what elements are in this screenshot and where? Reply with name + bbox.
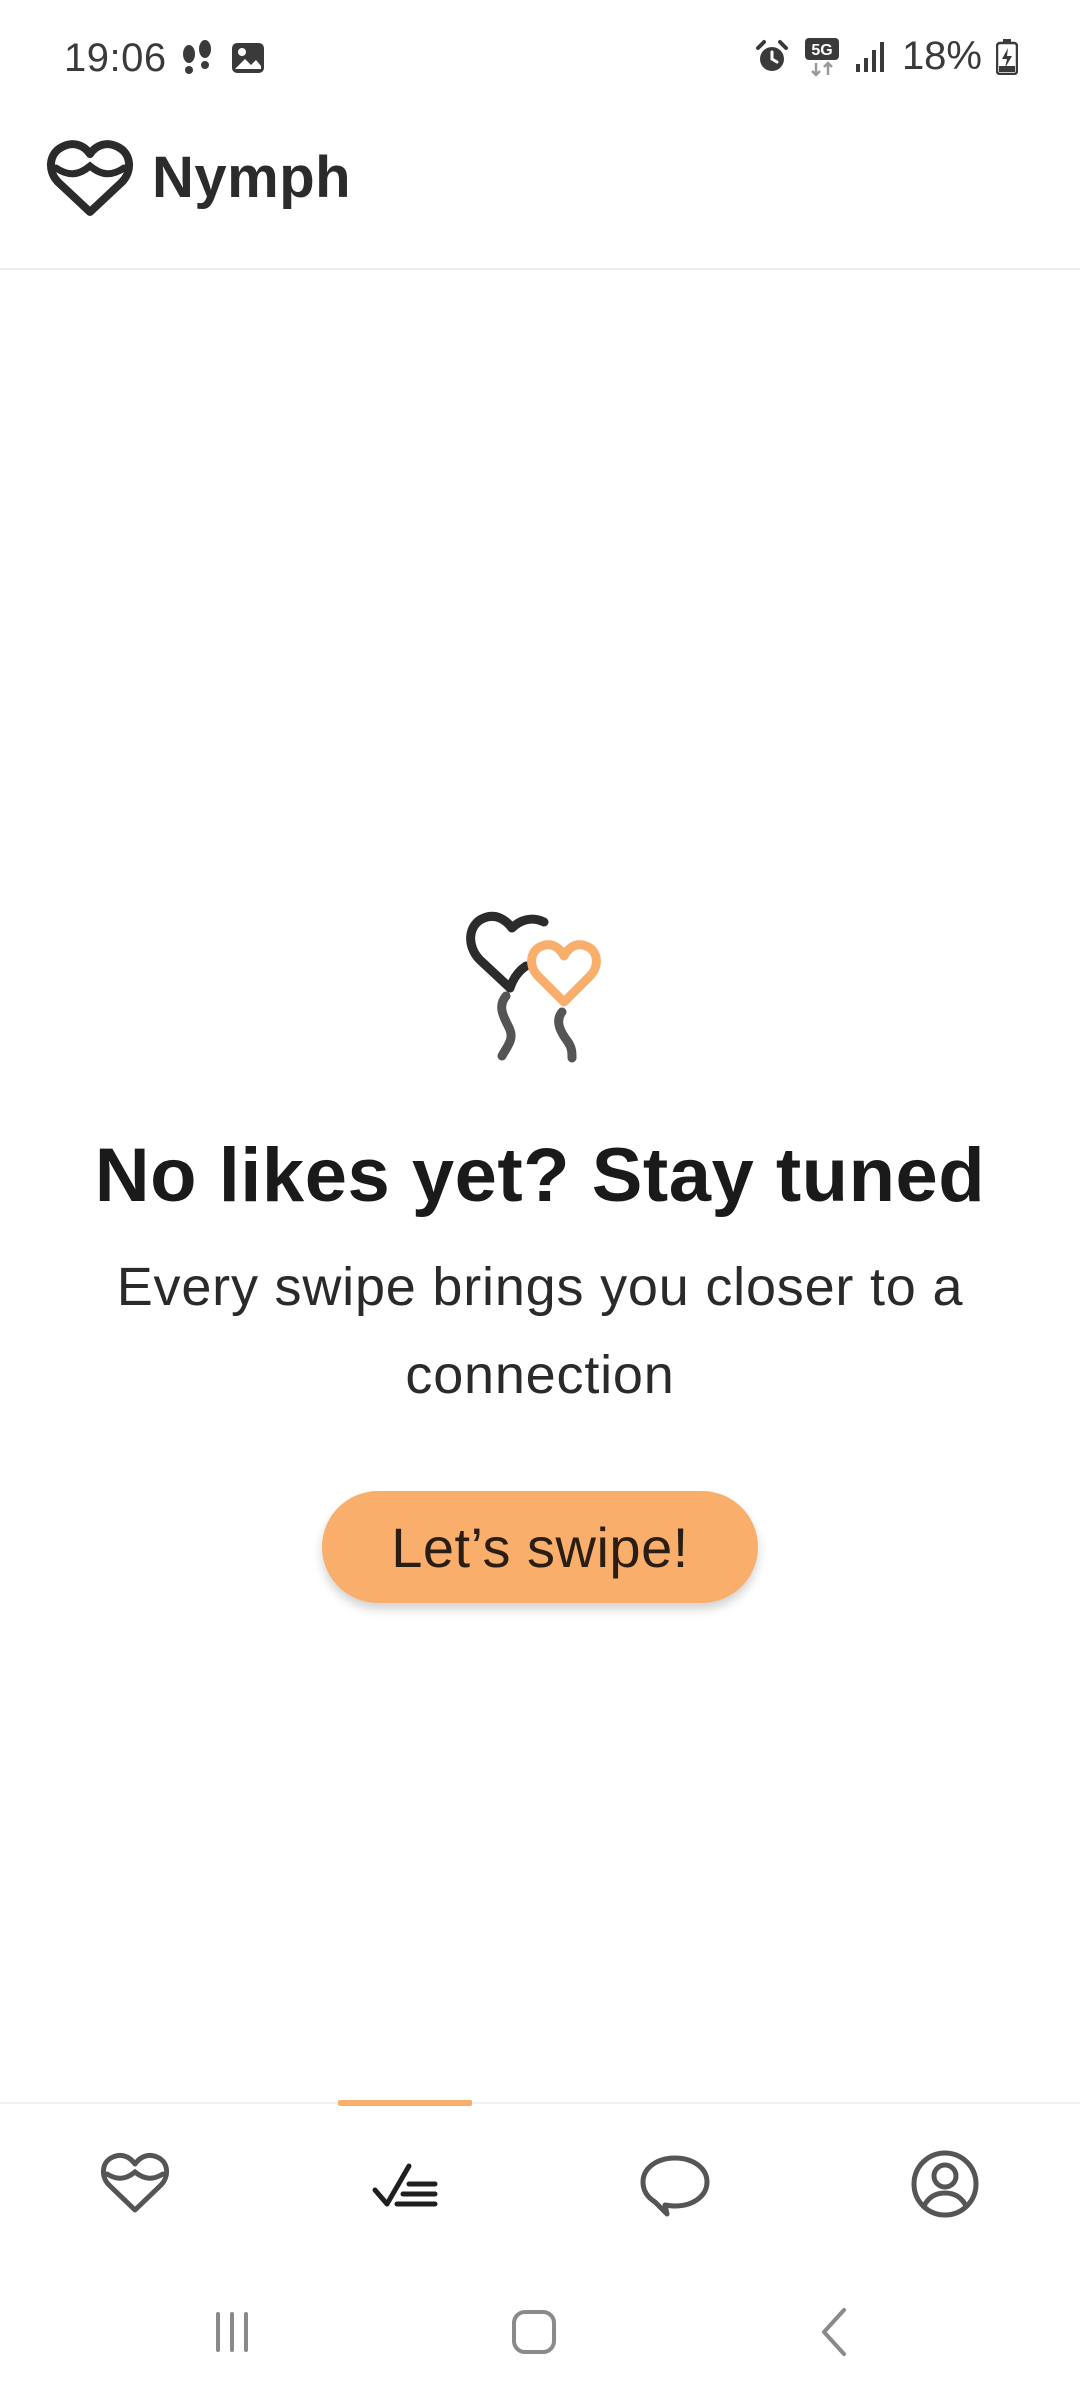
home-button[interactable] — [494, 2292, 574, 2372]
nav-profile[interactable] — [810, 2104, 1080, 2264]
svg-text:5G: 5G — [811, 42, 832, 59]
profile-icon — [911, 2150, 979, 2218]
recents-icon — [216, 2312, 248, 2352]
chat-bubble-icon — [640, 2155, 710, 2217]
status-time: 19:06 — [64, 36, 167, 80]
empty-state: No likes yet? Stay tuned Every swipe bri… — [0, 880, 1080, 1603]
home-icon — [512, 2310, 556, 2354]
nymph-heart-logo-icon — [47, 140, 133, 216]
status-left-icons — [178, 40, 266, 80]
system-nav-bar — [0, 2262, 1080, 2400]
status-right: 5G 18% — [754, 34, 1018, 79]
back-icon — [822, 2308, 846, 2356]
battery-percentage: 18% — [901, 34, 982, 78]
gallery-icon — [232, 43, 264, 73]
empty-state-subtitle: Every swipe brings you closer to a conne… — [116, 1257, 964, 1405]
alarm-icon — [755, 39, 788, 71]
app-name: Nymph — [152, 145, 352, 210]
5g-icon: 5G — [804, 37, 839, 77]
nav-chat[interactable] — [540, 2104, 810, 2264]
back-button[interactable] — [796, 2292, 876, 2372]
empty-state-title: No likes yet? Stay tuned — [94, 1133, 986, 1218]
battery-charging-icon — [996, 38, 1018, 75]
recents-button[interactable] — [192, 2292, 272, 2372]
app-header: Nymph — [0, 120, 1080, 270]
likes-checklist-icon — [372, 2163, 438, 2207]
steps-icon — [183, 40, 211, 74]
status-bar: 19:06 5G 18% — [0, 0, 1080, 120]
discover-heart-icon — [101, 2152, 169, 2213]
nav-likes[interactable] — [270, 2104, 540, 2264]
heart-balloons-icon — [466, 911, 601, 1063]
nav-discover[interactable] — [0, 2104, 270, 2264]
signal-icon — [855, 41, 884, 72]
bottom-nav — [0, 2100, 1080, 2264]
lets-swipe-button[interactable]: Let’s swipe! — [322, 1491, 758, 1603]
